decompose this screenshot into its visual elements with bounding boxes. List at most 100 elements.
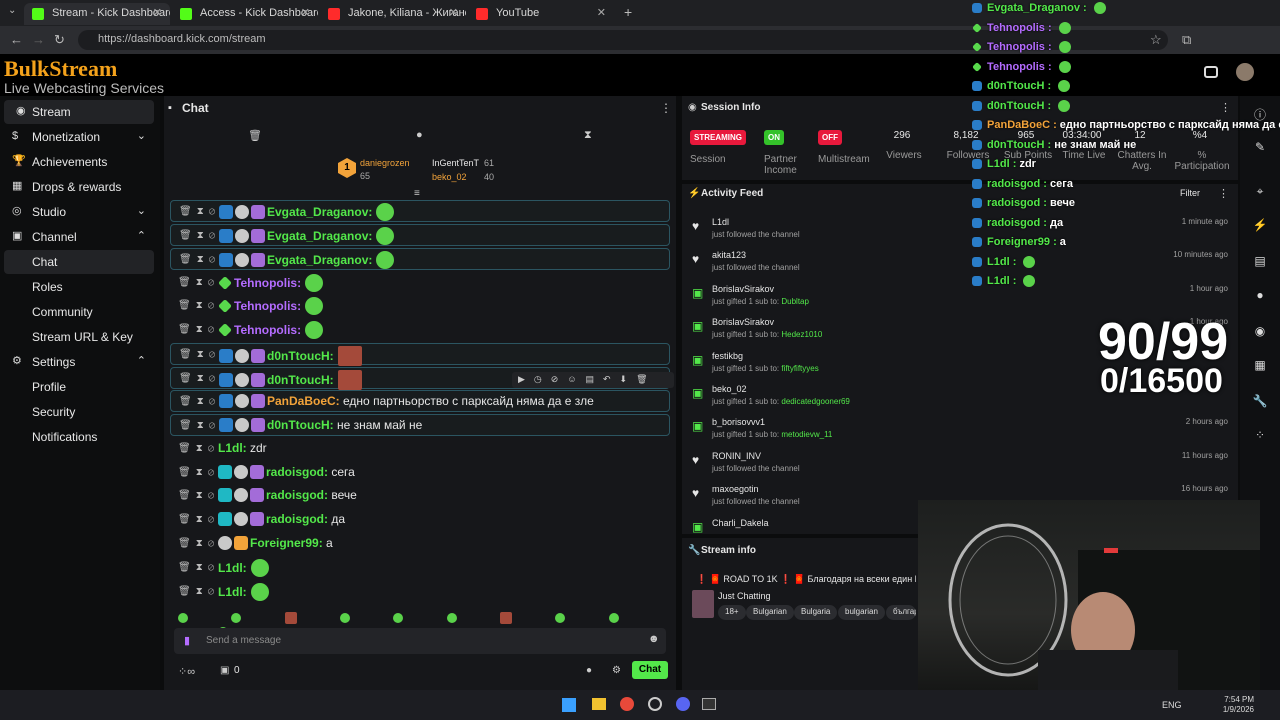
more-icon[interactable]: ⋮ xyxy=(1218,187,1229,200)
chat-message-row[interactable]: 🗑⧗⊘ Evgata_Draganov: xyxy=(170,248,670,270)
activity-username[interactable]: Charli_Dakela xyxy=(712,518,769,528)
moderation-tools-icon[interactable]: 🗑⧗⊘ xyxy=(178,300,219,311)
emote-icon[interactable] xyxy=(340,612,351,623)
extensions-icon[interactable]: ⧉ xyxy=(1182,32,1191,48)
chat-message-row[interactable]: 🗑⧗⊘ radoisgod: да xyxy=(170,509,670,531)
more-icon[interactable]: ⋮ xyxy=(660,101,672,115)
activity-username[interactable]: festikbg xyxy=(712,351,743,361)
filter-button[interactable]: Filter xyxy=(1180,188,1200,198)
windows-start-icon[interactable] xyxy=(562,698,576,712)
bolt-icon[interactable]: ⚡ xyxy=(1252,218,1268,234)
chat-message-row[interactable]: 🗑⧗⊘ L1dl: xyxy=(170,557,670,579)
activity-username[interactable]: BorislavSirakov xyxy=(712,317,774,327)
moderation-tools-icon[interactable]: 🗑⧗⊘ xyxy=(179,420,220,431)
activity-username[interactable]: akita123 xyxy=(712,250,746,260)
chat-username[interactable]: L1dl: xyxy=(218,585,247,599)
tab-search-icon[interactable]: ⌄ xyxy=(8,5,16,16)
sidebar-item-stream[interactable]: ◉ Stream xyxy=(4,100,154,124)
chat-username[interactable]: radoisgod: xyxy=(266,488,328,502)
terminal-icon[interactable] xyxy=(702,698,716,710)
chat-username[interactable]: PanDaBoeC: xyxy=(267,394,340,408)
activity-item[interactable]: ▣ b_borisovvv1 just gifted 1 sub to: metod… xyxy=(682,416,1238,449)
wrench-icon[interactable]: 🔧 xyxy=(1252,394,1268,410)
target-icon[interactable]: ⌖ xyxy=(1252,184,1268,200)
file-explorer-icon[interactable] xyxy=(592,698,606,710)
sidebar-item-settings[interactable]: ⚙ Settings ⌃ xyxy=(0,350,156,374)
chat-message-row[interactable]: 🗑⧗⊘ Tehnopolis: xyxy=(170,295,670,317)
sidebar-item-stream-url-key[interactable]: Stream URL & Key xyxy=(0,325,156,349)
moderation-tools-icon[interactable]: 🗑⧗⊘ xyxy=(179,373,220,384)
sidebar-item-studio[interactable]: ◎ Studio ⌄ xyxy=(0,200,156,224)
reload-icon[interactable]: ↻ xyxy=(54,32,65,48)
category-name[interactable]: Just Chatting xyxy=(718,591,771,601)
chat-message-row[interactable]: 🗑⧗⊘ Evgata_Draganov: xyxy=(170,224,670,246)
moderation-tools-icon[interactable]: 🗑⧗⊘ xyxy=(178,490,219,501)
activity-item[interactable]: ▣ BorislavSirakov just gifted 1 sub to: Du… xyxy=(682,283,1238,316)
users-icon[interactable]: ⁘∞ xyxy=(178,665,195,678)
sidebar-item-channel[interactable]: ▣ Channel ⌃ xyxy=(0,225,156,249)
new-tab-button[interactable]: + xyxy=(624,4,632,20)
chat-message-row[interactable]: 🗑⧗⊘ Tehnopolis: xyxy=(170,319,670,341)
language-indicator[interactable]: ENG xyxy=(1162,700,1182,710)
discord-icon[interactable] xyxy=(676,697,690,711)
moderation-tools-icon[interactable]: 🗑⧗⊘ xyxy=(178,467,219,478)
moderation-tools-icon[interactable]: 🗑⧗⊘ xyxy=(178,324,219,335)
chat-username[interactable]: Foreigner99: xyxy=(250,536,323,550)
activity-item[interactable]: ♥ L1dl just followed the channel 1 minute … xyxy=(682,216,1238,249)
activity-username[interactable]: beko_02 xyxy=(712,384,747,394)
chat-message-row[interactable]: 🗑⧗⊘ radoisgod: вече xyxy=(170,485,670,507)
browser-tab-1[interactable]: Access - Kick Dashboard ✕ xyxy=(172,3,318,25)
moderation-tools-icon[interactable]: 🗑⧗⊘ xyxy=(179,396,220,407)
moderation-tools-icon[interactable]: 🗑⧗⊘ xyxy=(178,277,219,288)
bookmark-star-icon[interactable]: ☆ xyxy=(1150,32,1162,48)
chat-username[interactable]: Evgata_Draganov: xyxy=(267,229,372,243)
chat-message-row[interactable]: 🗑⧗⊘ d0nTtoucH: xyxy=(170,343,670,366)
emote-icon[interactable] xyxy=(178,612,188,623)
emote-icon[interactable] xyxy=(446,612,457,623)
moderation-tools-icon[interactable]: 🗑⧗⊘ xyxy=(179,254,220,265)
emote-icon[interactable] xyxy=(231,612,242,623)
sidebar-item-achievements[interactable]: 🏆 Achievements xyxy=(0,150,156,174)
emoji-icon[interactable]: ☻ xyxy=(648,633,660,645)
sidebar-item-roles[interactable]: Roles xyxy=(0,275,156,299)
back-icon[interactable]: ← xyxy=(10,32,23,47)
expand-icon[interactable]: ≡ xyxy=(414,188,420,199)
emote-icon[interactable] xyxy=(500,611,513,624)
trash-icon[interactable]: 🗑 xyxy=(248,129,262,142)
message-action-toolbar[interactable]: ▶◷⊘☺▤↶⬇🗑 xyxy=(512,372,674,388)
close-icon[interactable]: ✕ xyxy=(301,6,310,19)
hourglass-icon[interactable]: ⧗ xyxy=(584,129,592,142)
emote-icon[interactable] xyxy=(555,612,566,623)
moderation-tools-icon[interactable]: 🗑⧗⊘ xyxy=(178,586,219,597)
avatar[interactable] xyxy=(1236,63,1254,81)
chat-settings-bubble-icon[interactable]: ● xyxy=(586,665,592,676)
browser-tab-0[interactable]: Stream - Kick Dashboard ✕ xyxy=(24,3,170,25)
moderation-tools-icon[interactable]: 🗑⧗⊘ xyxy=(179,349,220,360)
activity-item[interactable]: ♥ akita123 just followed the channel 10 mi… xyxy=(682,249,1238,282)
chat-message-row[interactable]: 🗑⧗⊘ Foreigner99: а xyxy=(170,533,670,555)
chat-username[interactable]: L1dl: xyxy=(218,441,247,455)
close-icon[interactable]: ✕ xyxy=(597,6,606,19)
chat-username[interactable]: L1dl: xyxy=(218,561,247,575)
close-icon[interactable]: ✕ xyxy=(153,6,162,19)
sidebar-item-profile[interactable]: Profile xyxy=(0,375,156,399)
chat-username[interactable]: d0nTtoucH: xyxy=(267,349,334,363)
sidebar-item-community[interactable]: Community xyxy=(0,300,156,324)
chat-message-row[interactable]: 🗑⧗⊘ PanDaBoeC: едно партньорство с паркса… xyxy=(170,390,670,412)
gear-icon[interactable]: ⚙ xyxy=(612,665,621,676)
browser-tab-2[interactable]: Jakone, Kiliana - Жигански ✕ xyxy=(320,3,466,25)
chat-username[interactable]: d0nTtoucH: xyxy=(267,373,334,387)
chat-username[interactable]: d0nTtoucH: xyxy=(267,418,334,432)
chat-message-row[interactable]: 🗑⧗⊘ Evgata_Draganov: xyxy=(170,200,670,222)
sidebar-item-drops[interactable]: ▦ Drops & rewards xyxy=(0,175,156,199)
chat-username[interactable]: Tehnopolis: xyxy=(234,323,301,337)
chat-username[interactable]: Evgata_Draganov: xyxy=(267,205,372,219)
more-icon[interactable]: ⋮ xyxy=(1220,101,1231,114)
moderation-tools-icon[interactable]: 🗑⧗⊘ xyxy=(179,230,220,241)
chat-username[interactable]: radoisgod: xyxy=(266,465,328,479)
chat-message-row[interactable]: 🗑⧗⊘ d0nTtoucH: не знам май не xyxy=(170,414,670,436)
send-chat-button[interactable]: Chat xyxy=(632,661,668,679)
document-icon[interactable]: ▤ xyxy=(1252,254,1268,270)
obs-icon[interactable] xyxy=(648,697,662,711)
chat-input[interactable]: ▮ Send a message ☻ xyxy=(174,628,666,654)
